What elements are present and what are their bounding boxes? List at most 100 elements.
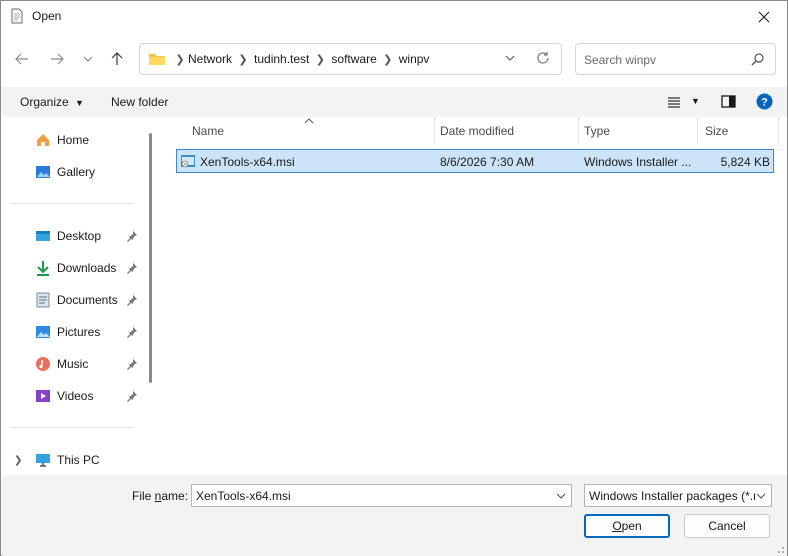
chevron-right-icon: ❯ [383, 53, 393, 66]
desktop-icon [36, 231, 50, 241]
label-part: ame: [161, 489, 189, 503]
breadcrumb-software[interactable]: software [331, 52, 376, 66]
column-date-label: Date modified [440, 124, 515, 138]
pictures-icon [36, 326, 50, 338]
arrow-left-icon [15, 53, 28, 65]
gallery-icon [36, 166, 50, 178]
pin-icon[interactable] [126, 262, 138, 274]
navigation-scrollbar[interactable] [149, 133, 152, 383]
close-icon [758, 11, 770, 22]
chevron-right-icon: ❯ [175, 53, 185, 66]
search-input[interactable]: Search winpv [584, 53, 656, 67]
folder-icon [149, 54, 165, 65]
this-pc-icon [36, 454, 50, 467]
table-row[interactable]: XenTools-x64.msi 8/6/2026 7:30 AM Window… [176, 149, 774, 173]
pin-icon[interactable] [126, 358, 138, 370]
pin-icon[interactable] [126, 294, 138, 306]
window-title: Open [32, 9, 62, 23]
arrow-up-icon [111, 52, 123, 65]
sidebar-item-documents[interactable]: Documents [2, 286, 142, 314]
file-name-value: XenTools-x64.msi [196, 489, 291, 503]
breadcrumb-network[interactable]: Network [188, 52, 232, 66]
pin-icon[interactable] [126, 326, 138, 338]
chevron-right-icon: ❯ [315, 53, 325, 66]
recent-locations-button[interactable] [77, 48, 99, 70]
search-box[interactable]: Search winpv [575, 43, 776, 75]
file-name-label: File name: [132, 489, 188, 503]
sidebar-item-gallery[interactable]: Gallery [2, 158, 142, 186]
new-folder-button[interactable]: New folder [111, 95, 168, 109]
file-size: 5,824 KB [720, 155, 770, 169]
chevron-down-icon [83, 56, 93, 62]
close-button[interactable] [741, 1, 787, 32]
sidebar-item-this-pc[interactable]: ❯ This PC [2, 446, 142, 474]
address-bar[interactable]: ❯ Network ❯ tudinh.test ❯ software ❯ win… [139, 43, 562, 75]
sidebar-item-home[interactable]: Home [2, 126, 142, 154]
title-bar: Open [1, 1, 787, 32]
sidebar-item-videos[interactable]: Videos [2, 382, 142, 410]
breadcrumb-tudinh-test[interactable]: tudinh.test [254, 52, 309, 66]
sidebar-item-label: Downloads [57, 261, 117, 275]
organize-button[interactable]: Organize ▼ [20, 95, 84, 109]
column-size-label: Size [705, 124, 729, 138]
sidebar-item-label: Pictures [57, 325, 101, 339]
sidebar-item-label: Home [57, 133, 90, 147]
help-icon[interactable]: ? [756, 93, 773, 110]
sidebar-item-pictures[interactable]: Pictures [2, 318, 142, 346]
chevron-down-icon[interactable] [504, 52, 516, 64]
view-list-icon[interactable] [667, 96, 681, 108]
preview-pane-icon[interactable] [721, 95, 736, 108]
accelerator-key: O [612, 519, 622, 533]
arrow-right-icon [51, 53, 64, 65]
chevron-down-icon [755, 490, 767, 502]
file-date: 8/6/2026 7:30 AM [440, 155, 535, 169]
chevron-right-icon: ❯ [238, 53, 248, 66]
cancel-button[interactable]: Cancel [684, 514, 770, 538]
sidebar-item-label: Music [57, 357, 89, 371]
caret-down-icon: ▼ [75, 98, 84, 108]
file-name-field[interactable]: XenTools-x64.msi [191, 484, 572, 507]
divider [12, 203, 132, 204]
column-header-date[interactable]: Date modified [435, 117, 578, 145]
column-header-name[interactable]: Name [159, 117, 434, 145]
column-header-size[interactable]: Size [698, 117, 778, 145]
search-icon [751, 53, 764, 66]
file-type-select[interactable]: Windows Installer packages (*.msi) [584, 484, 772, 507]
forward-button[interactable] [46, 48, 68, 70]
sidebar-item-downloads[interactable]: Downloads [2, 254, 142, 282]
up-button[interactable] [106, 48, 128, 70]
back-button[interactable] [11, 48, 33, 70]
column-name-label: Name [192, 124, 225, 138]
sidebar-item-desktop[interactable]: Desktop [2, 222, 142, 250]
chevron-right-icon[interactable]: ❯ [14, 455, 22, 466]
column-type-label: Type [584, 124, 611, 138]
home-icon [37, 134, 49, 146]
resize-grip-icon[interactable] [775, 544, 785, 554]
view-options-caret-icon[interactable]: ▼ [691, 96, 700, 106]
navigation-row: ❯ Network ❯ tudinh.test ❯ software ❯ win… [1, 32, 787, 86]
sidebar-item-music[interactable]: Music [2, 350, 142, 378]
sidebar-item-label: Desktop [57, 229, 102, 243]
open-label: pen [621, 519, 642, 533]
pin-icon[interactable] [126, 230, 138, 242]
organize-label: Organize [20, 95, 69, 109]
breadcrumb-winpv[interactable]: winpv [399, 52, 430, 66]
dialog-footer: File name: XenTools-x64.msi Windows Inst… [2, 475, 787, 556]
breadcrumb: ❯ Network ❯ tudinh.test ❯ software ❯ win… [148, 44, 429, 74]
sidebar-item-label: Documents [57, 293, 118, 307]
file-type-value: Windows Installer packages (*.msi) [589, 489, 755, 503]
file-name: XenTools-x64.msi [200, 155, 295, 169]
open-button[interactable]: Open [584, 514, 670, 538]
svg-text:?: ? [761, 97, 768, 109]
divider [12, 427, 132, 428]
sidebar-item-label: This PC [57, 453, 100, 467]
column-divider[interactable] [778, 117, 779, 145]
open-file-dialog: Open ❯ Network ❯ tudinh.test ❯ software … [0, 0, 788, 556]
music-icon [36, 357, 50, 371]
file-type: Windows Installer ... [584, 155, 692, 169]
refresh-icon[interactable] [536, 51, 550, 65]
chevron-down-icon[interactable] [555, 490, 567, 502]
column-header-type[interactable]: Type [579, 117, 697, 145]
pin-icon[interactable] [126, 390, 138, 402]
msi-installer-icon [181, 155, 195, 168]
